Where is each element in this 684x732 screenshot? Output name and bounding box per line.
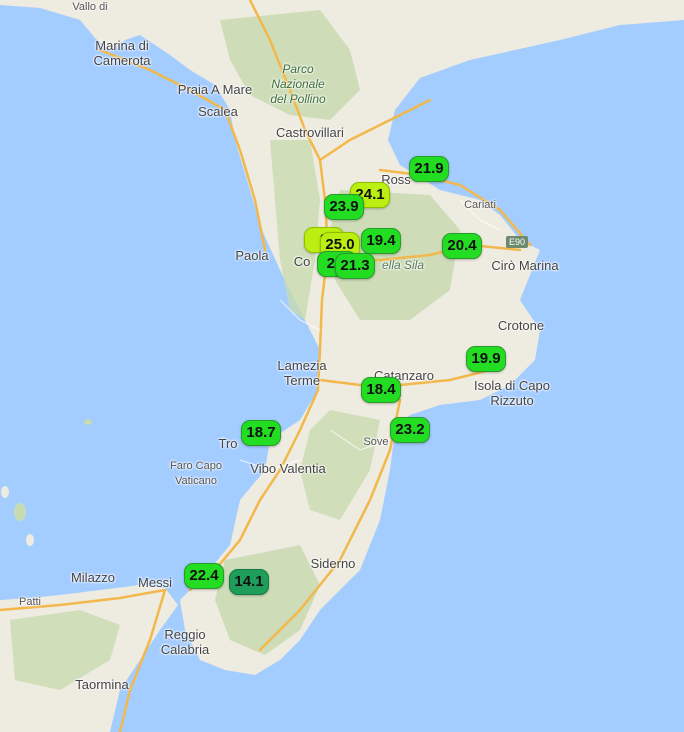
label-patti: Patti (18, 596, 42, 608)
label-crotone: Crotone (497, 318, 545, 333)
marker-rossano[interactable]: 21.9 (409, 156, 449, 182)
island-panarea (1, 486, 9, 498)
label-isola-capo-rizzuto: Isola di Capo Rizzuto (474, 378, 550, 408)
marker-cosenza-north[interactable]: 23.9 (324, 194, 364, 220)
island-vulcano (26, 534, 34, 546)
marker-tropea[interactable]: 18.7 (241, 420, 281, 446)
label-milazzo: Milazzo (70, 570, 116, 585)
label-soverato: Sove (363, 436, 389, 448)
label-praia-a-mare: Praia A Mare (177, 82, 253, 97)
marker-soverato[interactable]: 23.2 (390, 417, 430, 443)
label-faro-capo-vaticano: Faro Capo Vaticano (170, 460, 222, 487)
marker-ciro[interactable]: 20.4 (442, 233, 482, 259)
label-vallo-di: Vallo di (72, 1, 108, 13)
label-siderno: Siderno (310, 556, 356, 571)
label-taormina: Taormina (75, 677, 129, 692)
label-tropea: Tro (218, 436, 238, 451)
label-cosenza: Co (293, 254, 311, 269)
island-salina (14, 503, 26, 521)
label-ciro-marina: Cirò Marina (491, 258, 559, 273)
label-messina: Messi (138, 575, 172, 590)
label-sila: ella Sila (381, 258, 425, 272)
label-cariati: Cariati (464, 199, 496, 211)
marker-aspromonte[interactable]: 14.1 (229, 569, 269, 595)
map-canvas[interactable] (0, 0, 684, 732)
label-castrovillari: Castrovillari (276, 125, 344, 140)
marker-cosenza-south[interactable]: 21.3 (335, 253, 375, 279)
label-vibo-valentia: Vibo Valentia (250, 461, 326, 476)
road-e90: E90 (506, 236, 529, 248)
marker-catanzaro[interactable]: 18.4 (361, 377, 401, 403)
marker-capo-rizzuto[interactable]: 19.9 (466, 346, 506, 372)
label-scalea: Scalea (198, 104, 238, 119)
label-parco-pollino: Parco Nazionale del Pollino (270, 62, 326, 106)
island-stromboli (84, 419, 92, 425)
marker-messina[interactable]: 22.4 (184, 563, 224, 589)
label-marina-di-camerota: Marina di Camerota (93, 38, 151, 68)
marker-sila-east[interactable]: 19.4 (361, 228, 401, 254)
label-reggio-calabria: Reggio Calabria (160, 627, 210, 657)
label-paola: Paola (235, 248, 269, 263)
label-lamezia-terme: Lamezia Terme (277, 358, 327, 388)
